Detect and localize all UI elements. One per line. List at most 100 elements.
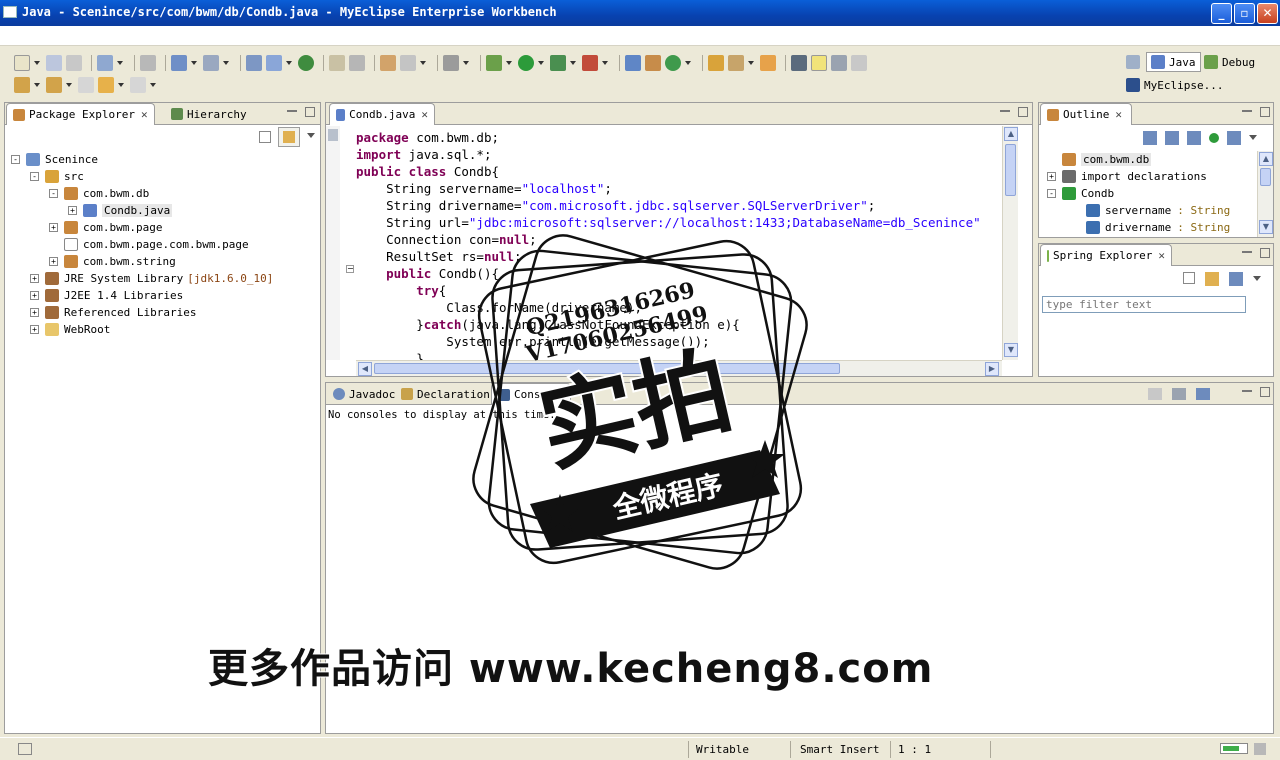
run-icon[interactable] [518,55,534,71]
tree-item[interactable]: + Referenced Libraries [30,304,196,321]
hide-static-icon[interactable] [1187,131,1201,145]
garbage-collect-icon[interactable] [1254,743,1266,755]
java-perspective-button[interactable]: Java [1146,52,1201,72]
tree-item[interactable]: + WebRoot [30,321,110,338]
maximize-spring-icon[interactable] [1260,248,1270,258]
tree-item[interactable]: servername: String [1071,202,1230,219]
fast-view-icon[interactable] [18,743,32,755]
editor-horizontal-scrollbar[interactable]: ◀ ▶ [356,360,1002,376]
outline-scrollbar[interactable]: ▲ ▼ [1257,151,1273,237]
tab-outline[interactable]: Outline ✕ [1040,103,1132,125]
vertical-scroll-thumb[interactable] [1005,144,1016,196]
horizontal-scroll-thumb[interactable] [374,363,840,374]
scroll-left-icon[interactable]: ◀ [358,362,372,376]
open-perspective-button[interactable] [1126,52,1144,72]
close-tab-icon[interactable]: ✕ [421,108,428,121]
tree-item[interactable]: - Scenince [11,151,98,168]
tab-declaration[interactable]: Declaration [395,383,496,405]
minimize-outline-icon[interactable] [1242,109,1252,112]
new-icon[interactable] [14,55,30,71]
outline-scroll-down-icon[interactable]: ▼ [1259,220,1273,234]
close-tab-icon[interactable]: ✕ [1158,249,1165,262]
tree-item[interactable]: - Condb [1047,185,1114,202]
properties-icon[interactable] [380,55,396,71]
maximize-button[interactable]: ▫ [1234,3,1255,24]
print-icon[interactable] [66,55,82,71]
hide-nonpublic-icon[interactable] [1209,133,1219,143]
expand-icon[interactable]: + [68,206,77,215]
scroll-up-icon[interactable]: ▲ [1004,127,1018,141]
heap-status[interactable] [1220,743,1248,754]
tab-console[interactable]: Cons [491,383,571,405]
globe-icon[interactable] [298,55,314,71]
new-wizard-icon[interactable] [97,55,113,71]
tree-item[interactable]: + com.bwm.string [49,253,176,270]
tree-item[interactable]: drivername: String [1071,219,1230,236]
tree-item[interactable]: com.bwm.db [1047,151,1152,168]
forward-icon[interactable] [130,77,146,93]
scroll-right-icon[interactable]: ▶ [985,362,999,376]
last-edit-icon[interactable] [78,77,94,93]
tree-item[interactable]: - com.bwm.db [49,185,149,202]
tree-item[interactable]: + J2EE 1.4 Libraries [30,287,183,304]
sort-icon[interactable] [1143,131,1157,145]
deploy-icon[interactable] [171,55,187,71]
collapse-all-icon[interactable] [1183,272,1195,284]
editor-vertical-scrollbar[interactable]: ▲ ▼ [1002,126,1018,360]
save-icon[interactable] [46,55,62,71]
external-tools-icon[interactable] [582,55,598,71]
collapse-icon[interactable]: - [1047,189,1056,198]
scroll-down-icon[interactable]: ▼ [1004,343,1018,357]
close-tab-icon[interactable]: ✕ [141,108,148,121]
server-icon[interactable] [203,55,219,71]
tab-spring-explorer[interactable]: Spring Explorer ✕ [1040,244,1172,266]
open-type-icon[interactable] [246,55,262,71]
back-icon[interactable] [98,77,114,93]
close-tab-icon[interactable]: ✕ [1115,108,1122,121]
outline-menu-icon[interactable] [1249,135,1257,140]
collapse-icon[interactable]: - [49,189,58,198]
code-editor[interactable]: package com.bwm.db; import java.sql.*; pub… [356,129,981,367]
pin-console-icon[interactable] [1148,388,1162,400]
tab-javadoc[interactable]: Javadoc [327,383,401,405]
sort-icon[interactable] [1229,272,1243,286]
run-history-icon[interactable] [550,55,566,71]
new-package-icon[interactable] [645,55,661,71]
expand-icon[interactable]: + [30,274,39,283]
expand-icon[interactable]: + [30,308,39,317]
spring-menu-icon[interactable] [1253,276,1261,281]
maximize-view-icon[interactable] [305,107,315,117]
task-icon[interactable] [791,55,807,71]
view-menu-icon[interactable] [307,133,315,138]
settings-icon[interactable] [400,55,416,71]
close-button[interactable]: ✕ [1257,3,1278,24]
folder-open-icon[interactable] [329,55,345,71]
maximize-editor-icon[interactable] [1018,107,1028,117]
tab-condb-java[interactable]: Condb.java ✕ [329,103,435,125]
tree-item[interactable]: + JRE System Library [jdk1.6.0_10] [30,270,273,287]
expand-icon[interactable]: + [30,325,39,334]
filter-input[interactable] [1042,296,1246,313]
outline-scroll-up-icon[interactable]: ▲ [1259,152,1273,166]
outline-scroll-thumb[interactable] [1260,168,1271,186]
debug-icon[interactable] [486,55,502,71]
open-resource-icon[interactable] [266,55,282,71]
refresh-icon[interactable] [349,55,365,71]
open-file-icon[interactable] [760,55,776,71]
tab-package-explorer[interactable]: Package Explorer ✕ [6,103,155,125]
tab-hierarchy[interactable]: Hierarchy [165,103,253,125]
camera-icon[interactable] [443,55,459,71]
collapse-all-icon[interactable] [259,131,271,143]
display-console-icon[interactable] [1172,388,1186,400]
open-folder-icon[interactable] [708,55,724,71]
minimize-view-icon[interactable] [287,109,297,112]
link-editor-button[interactable] [278,127,300,147]
new-class-icon[interactable] [665,55,681,71]
previous-annotation-icon[interactable] [46,77,62,93]
link-with-editor-icon[interactable] [1205,272,1219,286]
minimize-spring-icon[interactable] [1242,250,1252,253]
maximize-outline-icon[interactable] [1260,107,1270,117]
minimize-console-icon[interactable] [1242,389,1252,392]
expand-icon[interactable]: + [49,257,58,266]
new-project-icon[interactable] [625,55,641,71]
